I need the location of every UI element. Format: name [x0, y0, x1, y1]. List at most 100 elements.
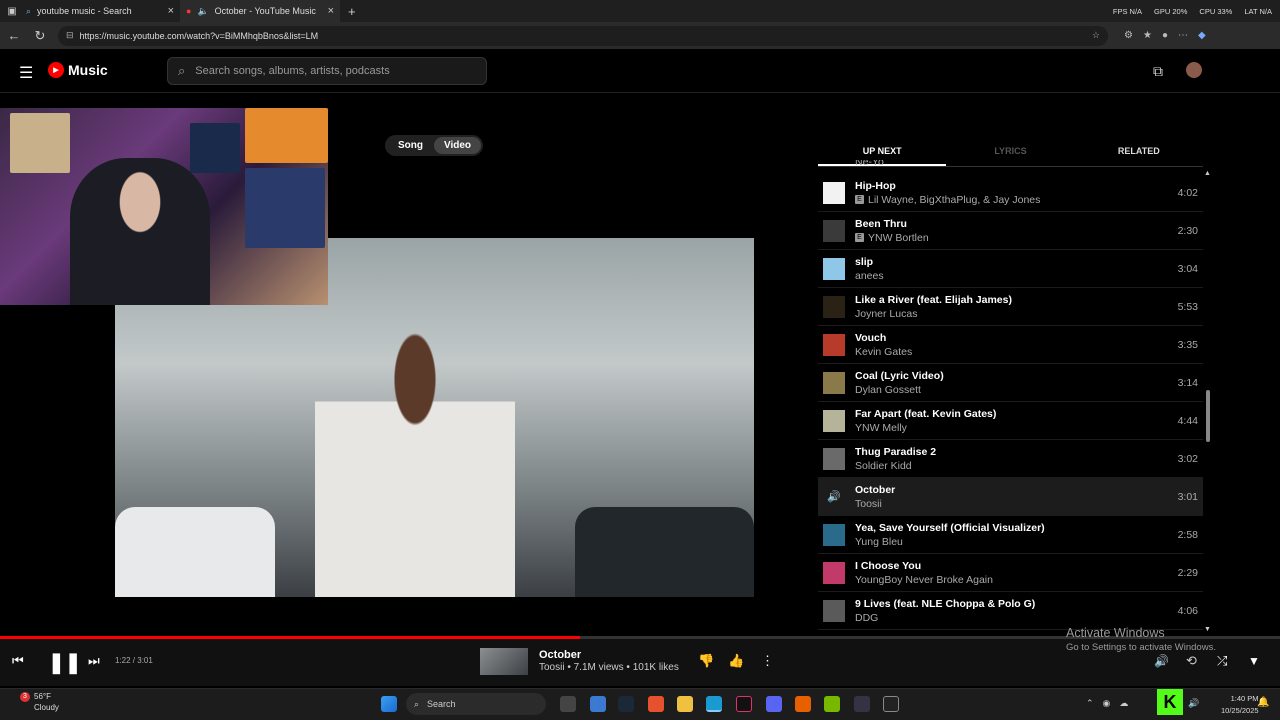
system-tray: ⌃ ◉ ☁: [1086, 698, 1128, 709]
more-icon[interactable]: ⋯: [1178, 30, 1188, 41]
dislike-icon[interactable]: 👎: [698, 653, 714, 669]
collections-icon[interactable]: ★: [1143, 30, 1152, 41]
copilot-icon[interactable]: ◆: [1198, 30, 1206, 41]
windows-start-icon[interactable]: [381, 696, 397, 712]
brave-icon[interactable]: [648, 696, 664, 712]
queue-scrollbar[interactable]: [1206, 390, 1210, 442]
close-tab-icon[interactable]: ×: [328, 5, 334, 17]
list-item[interactable]: 9 Lives (feat. NLE Choppa & Polo G) DDG 4:…: [818, 592, 1203, 630]
list-item[interactable]: 🔊 October Toosii 3:01: [818, 478, 1203, 516]
file-explorer-icon[interactable]: [677, 696, 693, 712]
tab-actions-icon[interactable]: ▣: [4, 6, 20, 17]
taskbar-clock[interactable]: 1:40 PM 10/25/2025: [1221, 694, 1259, 715]
hamburger-menu-icon[interactable]: ☰: [19, 63, 33, 83]
browser-tab-search[interactable]: ⌕ youtube music - Search ×: [20, 0, 180, 22]
avatar[interactable]: [1186, 62, 1202, 78]
cast-icon[interactable]: ⧉: [1153, 63, 1163, 80]
new-tab-icon[interactable]: +: [348, 4, 356, 19]
list-item-artist: Lil Wayne, BigXthaPlug, & Jay Jones: [868, 193, 1041, 206]
kick-icon[interactable]: K: [1157, 689, 1183, 715]
list-item-duration: 3:04: [1177, 262, 1198, 275]
nvidia-icon[interactable]: [824, 696, 840, 712]
site-info-icon[interactable]: ⊟: [66, 30, 74, 41]
list-item[interactable]: Hip-Hop E Lil Wayne, BigXthaPlug, & Jay Jo…: [818, 174, 1203, 212]
favorite-icon[interactable]: ☆: [1092, 30, 1100, 41]
browser-tab-youtube-music[interactable]: ● 🔈 October - YouTube Music ×: [180, 0, 340, 22]
edge-icon[interactable]: [706, 696, 722, 712]
volume-tray-icon[interactable]: 🔊: [1188, 698, 1199, 709]
video-toggle-button[interactable]: Video: [434, 137, 481, 154]
list-item-text: Thug Paradise 2 Soldier Kidd: [855, 446, 1170, 472]
list-item-artist: DDG: [855, 611, 879, 624]
track-thumbnail: [823, 181, 845, 204]
time-display: 1:22 / 3:01: [115, 656, 153, 665]
list-item-text: Vouch Kevin Gates: [855, 332, 1170, 358]
previous-icon[interactable]: ⏮: [12, 653, 24, 669]
track-thumbnail: [823, 409, 845, 432]
url-text: https://music.youtube.com/watch?v=BiMMhq…: [79, 30, 319, 41]
list-item-artist-row: Joyner Lucas: [855, 308, 1170, 320]
list-item-artist-row: YoungBoy Never Broke Again: [855, 574, 1170, 586]
list-item-text: I Choose You YoungBoy Never Broke Again: [855, 560, 1170, 586]
url-field[interactable]: ⊟ https://music.youtube.com/watch?v=BiMM…: [58, 25, 1108, 46]
speaker-icon[interactable]: 🔈: [197, 6, 208, 17]
list-item[interactable]: Vouch Kevin Gates 3:35: [818, 326, 1203, 364]
now-playing-title[interactable]: October: [539, 649, 581, 661]
list-item[interactable]: slip anees 3:04: [818, 250, 1203, 288]
task-view-icon[interactable]: [560, 696, 576, 712]
clock-time: 1:40 PM: [1230, 694, 1259, 703]
track-thumbnail: [823, 333, 845, 356]
widgets-icon[interactable]: [590, 696, 606, 712]
list-item[interactable]: Been Thru E YNW Bortlen 2:30: [818, 212, 1203, 250]
back-icon[interactable]: ←: [6, 28, 22, 43]
steam-tray-icon[interactable]: ◉: [1103, 698, 1111, 709]
expand-player-icon[interactable]: ▼: [1248, 654, 1260, 668]
list-item-artist-row: anees: [855, 270, 1170, 282]
list-item-title: Like a River (feat. Elijah James): [855, 293, 1012, 306]
more-options-icon[interactable]: ⋮: [761, 653, 774, 669]
shuffle-icon[interactable]: ⤮: [1217, 653, 1227, 669]
list-item-title: Vouch: [855, 331, 887, 344]
list-item-title: October: [855, 483, 896, 496]
list-item[interactable]: Coal (Lyric Video) Dylan Gossett 3:14: [818, 364, 1203, 402]
list-item[interactable]: I Choose You YoungBoy Never Broke Again 2:…: [818, 554, 1203, 592]
list-item-title: Hip-Hop: [855, 179, 896, 192]
song-toggle-button[interactable]: Song: [387, 137, 434, 154]
list-item-text: Coal (Lyric Video) Dylan Gossett: [855, 370, 1170, 396]
close-tab-icon[interactable]: ×: [168, 5, 174, 17]
app-icon[interactable]: [854, 696, 870, 712]
list-item[interactable]: Yea, Save Yourself (Official Visualizer)…: [818, 516, 1203, 554]
list-item-text: Like a River (feat. Elijah James) Joyner …: [855, 294, 1170, 320]
scroll-up-icon[interactable]: ▲: [1204, 170, 1211, 177]
tiktok-icon[interactable]: [736, 696, 752, 712]
obs-icon[interactable]: [883, 696, 899, 712]
repeat-icon[interactable]: ⟲: [1186, 653, 1197, 669]
pause-icon[interactable]: ❚❚: [48, 650, 82, 675]
onedrive-icon[interactable]: ☁: [1119, 698, 1128, 709]
refresh-icon[interactable]: ↻: [32, 28, 48, 44]
now-playing-thumbnail[interactable]: [480, 648, 528, 675]
list-item-artist-row: Yung Bleu: [855, 536, 1170, 548]
extensions-icon[interactable]: ⚙: [1124, 30, 1133, 41]
profile-icon[interactable]: ●: [1162, 30, 1168, 41]
logo-text: Music: [68, 62, 108, 78]
list-item-duration: 2:58: [1177, 528, 1198, 541]
list-item[interactable]: Like a River (feat. Elijah James) Joyner …: [818, 288, 1203, 326]
address-bar-row: ← ↻ ⊟ https://music.youtube.com/watch?v=…: [0, 22, 1280, 49]
next-icon[interactable]: ⏭: [88, 653, 100, 669]
list-item-duration: 2:29: [1177, 566, 1198, 579]
ytmusic-logo[interactable]: ▶ Music: [48, 62, 108, 78]
track-thumbnail: [823, 257, 845, 280]
weather-widget[interactable]: 3 56°F Cloudy: [20, 692, 59, 712]
steam-icon[interactable]: [618, 696, 634, 712]
notification-icon[interactable]: 🔔: [1257, 697, 1269, 708]
firefox-icon[interactable]: [795, 696, 811, 712]
taskbar-search[interactable]: ⌕ Search: [406, 693, 546, 715]
search-input[interactable]: ⌕ Search songs, albums, artists, podcast…: [167, 57, 487, 85]
list-item[interactable]: Thug Paradise 2 Soldier Kidd 3:02: [818, 440, 1203, 478]
like-icon[interactable]: 👍: [728, 653, 744, 669]
discord-icon[interactable]: [766, 696, 782, 712]
volume-icon[interactable]: 🔊: [1154, 654, 1169, 668]
tray-overflow-icon[interactable]: ⌃: [1086, 698, 1094, 709]
list-item[interactable]: Far Apart (feat. Kevin Gates) YNW Melly 4:…: [818, 402, 1203, 440]
